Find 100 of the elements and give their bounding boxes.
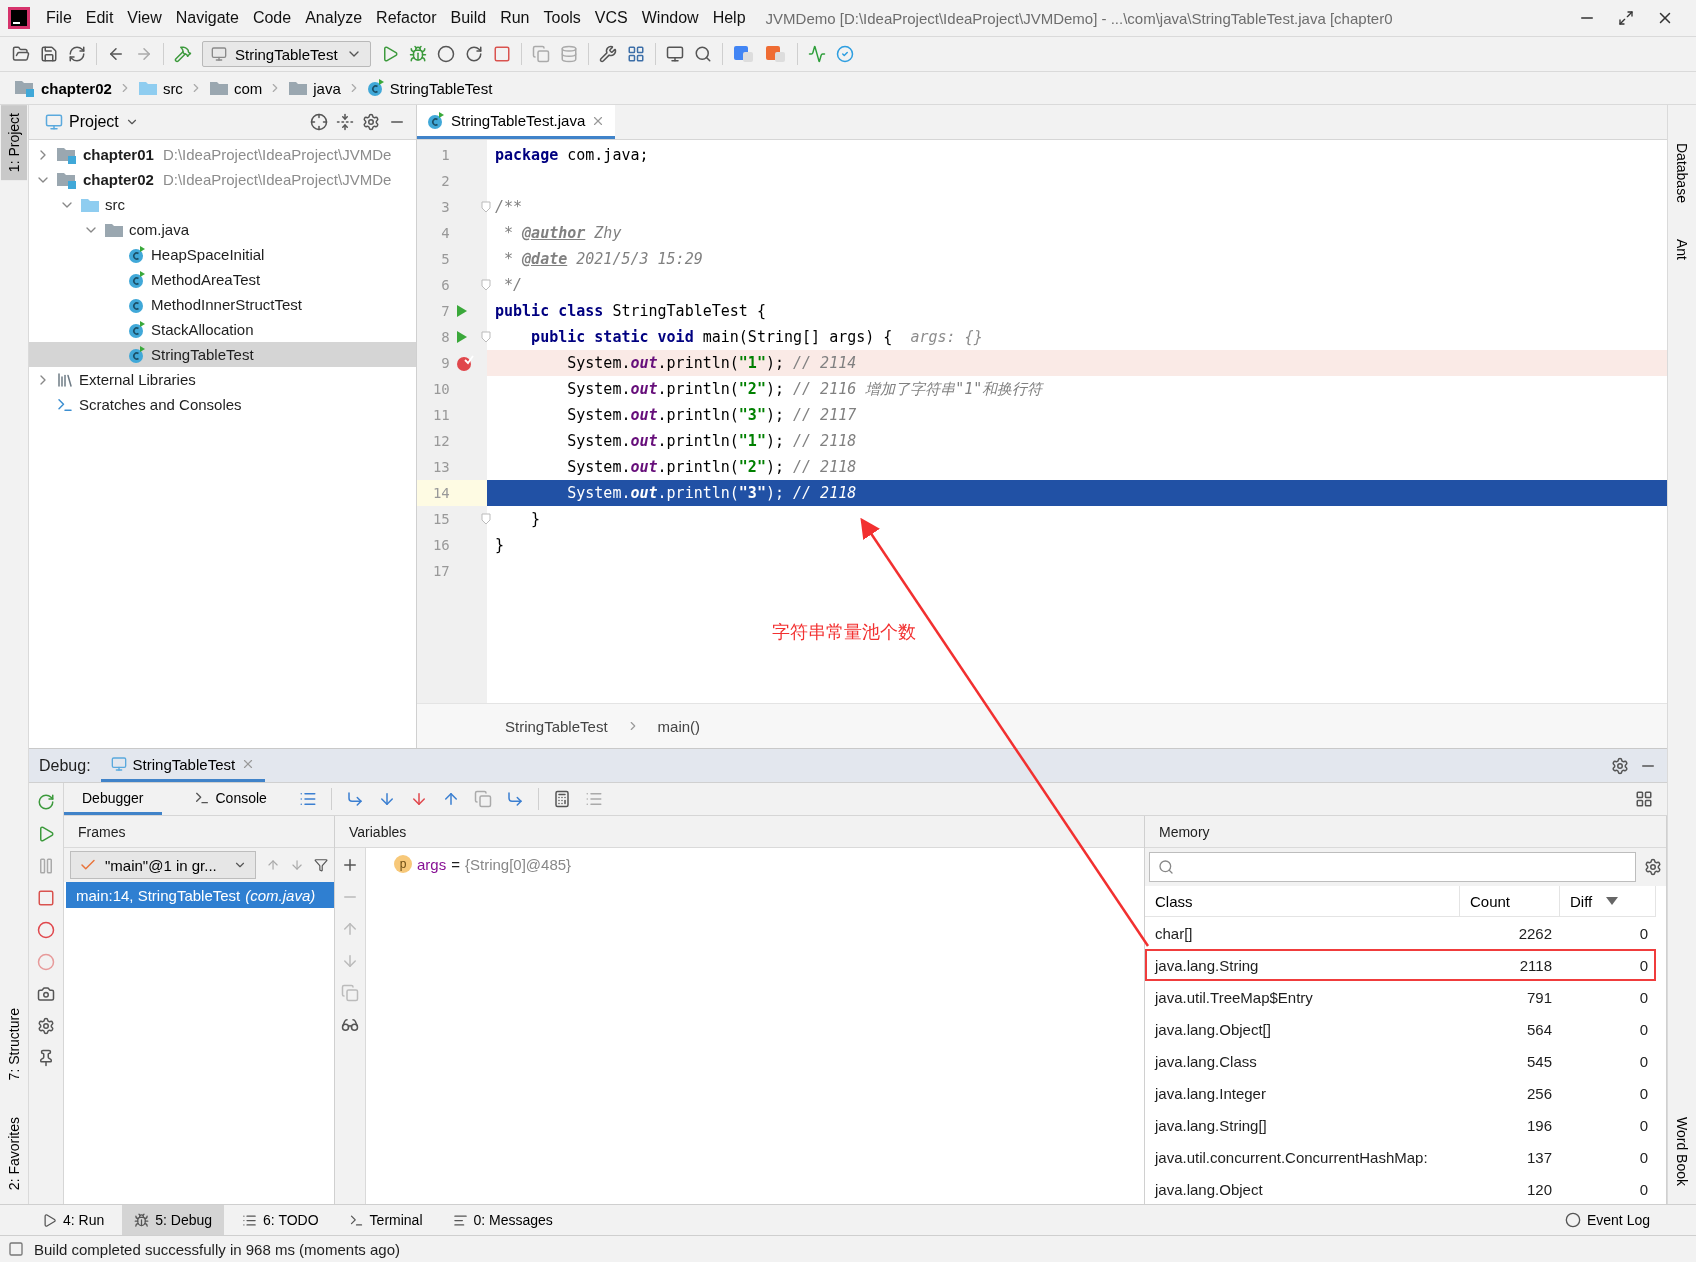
tool-window-tab[interactable]: 7: Structure	[1, 1000, 27, 1089]
terminal-icon[interactable]	[348, 1212, 364, 1228]
tree-item[interactable]: StringTableTest	[29, 342, 416, 367]
search-field[interactable]	[1149, 852, 1636, 882]
evaluate-icon[interactable]	[552, 790, 571, 808]
tool-window-tab[interactable]: 2: Favorites	[1, 1108, 27, 1198]
forward-icon[interactable]	[135, 45, 153, 63]
menu-item[interactable]: Run	[494, 5, 536, 31]
step-over-icon[interactable]	[345, 790, 364, 808]
tree-item[interactable]: StackAllocation	[29, 317, 416, 342]
menu-item[interactable]: Window	[635, 5, 705, 31]
memory-row[interactable]: java.util.concurrent.ConcurrentHashMap: 137 0	[1145, 1141, 1656, 1173]
tool-window-tab[interactable]: Terminal	[336, 1205, 435, 1235]
menu-item[interactable]: Edit	[79, 5, 120, 31]
stop-icon[interactable]	[492, 45, 511, 63]
memory-row[interactable]: java.util.TreeMap$Entry 791 0	[1145, 981, 1656, 1013]
save-icon[interactable]	[40, 45, 58, 63]
tree-item[interactable]: Scratches and Consoles	[29, 392, 416, 417]
breadcrumb-item[interactable]: main()	[651, 716, 707, 736]
memory-row[interactable]: java.lang.Object[] 564 0	[1145, 1013, 1656, 1045]
tree-item[interactable]: chapter02 D:\IdeaProject\IdeaProject\JVMDe	[29, 167, 416, 192]
check-circle-icon[interactable]	[835, 45, 854, 63]
breadcrumb-item[interactable]: chapter02	[12, 79, 114, 97]
pause-icon[interactable]	[37, 857, 55, 875]
run-gutter-icon[interactable]	[455, 330, 468, 344]
tool-window-tab[interactable]: 5: Debug	[122, 1205, 225, 1235]
breadcrumb-item[interactable]: StringTableTest	[364, 79, 495, 97]
editor-tab[interactable]: StringTableTest.java	[417, 105, 616, 139]
open-folder-icon[interactable]	[12, 45, 30, 63]
breadcrumb-item[interactable]: com	[206, 79, 265, 97]
play-icon[interactable]	[42, 1212, 57, 1228]
back-icon[interactable]	[107, 45, 125, 63]
activity-monitor-icon[interactable]	[807, 45, 826, 63]
thread-dropdown[interactable]: "main"@1 in gr...	[70, 851, 256, 879]
settings-icon[interactable]	[362, 113, 380, 131]
add-watch-icon[interactable]	[341, 856, 359, 874]
tree-item[interactable]: com.java	[29, 217, 416, 242]
tool-window-tab[interactable]: 0: Messages	[440, 1205, 565, 1235]
maximize-icon[interactable]	[1618, 10, 1634, 26]
stack-frame[interactable]: main:14, StringTableTest (com.java)	[66, 882, 334, 908]
menu-item[interactable]: Help	[706, 5, 752, 31]
tool-window-tab[interactable]: 1: Project	[1, 105, 27, 181]
tool-window-tab[interactable]: 6: TODO	[230, 1205, 331, 1235]
menu-item[interactable]: View	[121, 5, 168, 31]
tree-item[interactable]: MethodInnerStructTest	[29, 292, 416, 317]
run-configuration-dropdown[interactable]: StringTableTest	[202, 41, 371, 67]
memory-row[interactable]: java.lang.String 2118 0	[1145, 949, 1656, 981]
list-icon[interactable]	[242, 1212, 258, 1228]
settings-icon[interactable]	[37, 1017, 55, 1035]
menu-item[interactable]: Code	[246, 5, 298, 31]
messages-icon[interactable]	[452, 1212, 468, 1228]
layout-icon[interactable]	[1635, 790, 1653, 808]
wrench-icon[interactable]	[598, 45, 617, 63]
resume-icon[interactable]	[37, 825, 55, 843]
menu-item[interactable]: VCS	[588, 5, 634, 31]
tool-window-tab[interactable]: Word Book	[1669, 1109, 1695, 1194]
memory-row[interactable]: java.lang.String[] 196 0	[1145, 1109, 1656, 1141]
search-icon[interactable]	[693, 45, 712, 63]
pin-icon[interactable]	[37, 1049, 55, 1067]
collapse-all-icon[interactable]	[336, 113, 354, 131]
fold-icon[interactable]	[481, 279, 491, 291]
menu-item[interactable]: Tools	[537, 5, 587, 31]
tool-window-tab[interactable]: Ant	[1669, 230, 1695, 268]
locate-icon[interactable]	[310, 113, 328, 131]
memory-row[interactable]: java.lang.Object 120 0	[1145, 1173, 1656, 1204]
run-gutter-icon[interactable]	[455, 304, 468, 318]
fold-icon[interactable]	[481, 331, 491, 343]
tree-item[interactable]: HeapSpaceInitial	[29, 242, 416, 267]
fold-icon[interactable]	[481, 201, 491, 213]
tool-window-tab[interactable]: 4: Run	[30, 1205, 117, 1235]
tree-item[interactable]: External Libraries	[29, 367, 416, 392]
run-to-cursor-icon[interactable]	[505, 790, 524, 808]
event-log-button[interactable]: Event Log	[1558, 1211, 1656, 1229]
project-structure-icon[interactable]	[626, 45, 645, 63]
sync-icon[interactable]	[68, 45, 86, 63]
stop-icon[interactable]	[37, 889, 55, 907]
memory-row[interactable]: char[] 2262 0	[1145, 917, 1656, 949]
menu-item[interactable]: Analyze	[299, 5, 369, 31]
glasses-icon[interactable]	[341, 1016, 359, 1034]
settings-icon[interactable]	[1611, 756, 1629, 775]
bug-icon[interactable]	[134, 1212, 150, 1228]
breakpoint-icon[interactable]	[455, 354, 474, 372]
tree-item[interactable]: chapter01 D:\IdeaProject\IdeaProject\JVMDe	[29, 142, 416, 167]
menu-item[interactable]: Build	[444, 5, 493, 31]
menu-item[interactable]: File	[40, 5, 78, 31]
breadcrumb-item[interactable]: src	[135, 79, 185, 97]
fold-icon[interactable]	[481, 513, 491, 525]
debugger-tab[interactable]: Console	[175, 783, 285, 815]
debug-session-tab[interactable]: StringTableTest	[100, 749, 266, 782]
menu-item[interactable]: Navigate	[169, 5, 245, 31]
filter-icon[interactable]	[313, 856, 328, 874]
project-view-dropdown[interactable]: Project	[39, 112, 145, 132]
menu-item[interactable]: Refactor	[370, 5, 443, 31]
camera-icon[interactable]	[37, 985, 55, 1003]
tree-item[interactable]: src	[29, 192, 416, 217]
tree-item[interactable]: MethodAreaTest	[29, 267, 416, 292]
memory-row[interactable]: java.lang.Class 545 0	[1145, 1045, 1656, 1077]
hammer-icon[interactable]	[174, 45, 192, 63]
breadcrumb-item[interactable]: StringTableTest	[499, 716, 614, 736]
tool-window-tab[interactable]: Database	[1669, 135, 1695, 211]
